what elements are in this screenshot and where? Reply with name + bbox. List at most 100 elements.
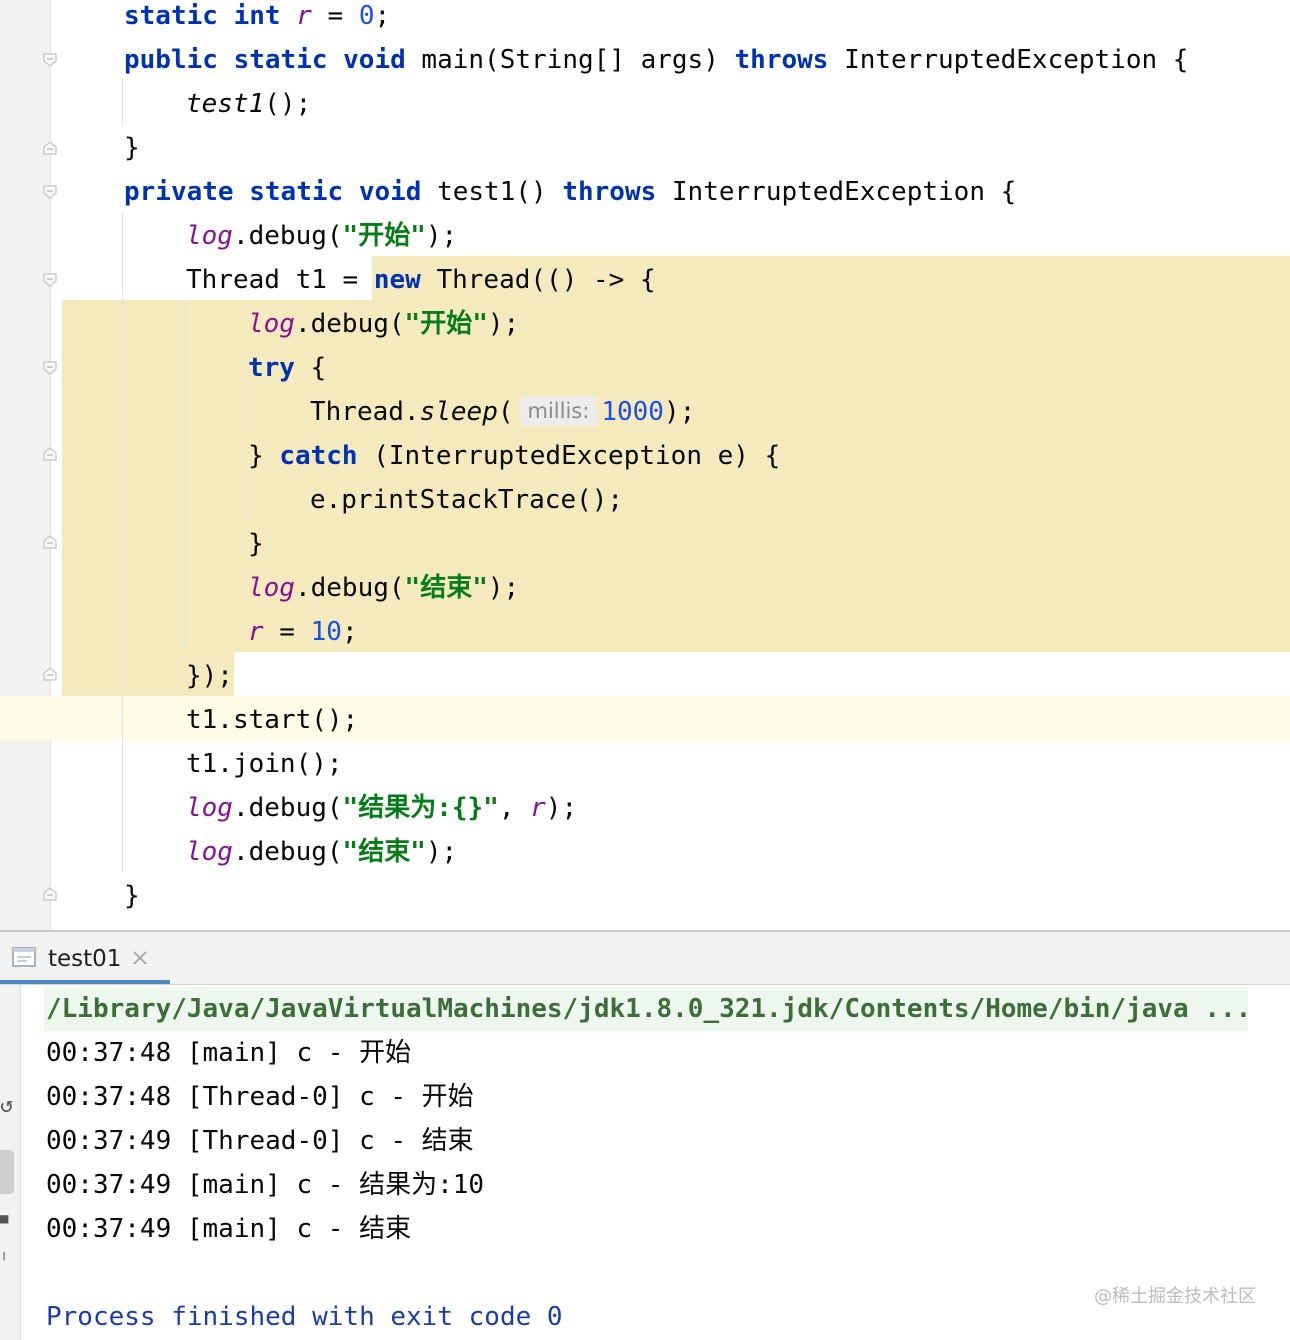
- console-output-line: 00:37:48 [Thread-0] c - 开始: [46, 1082, 474, 1112]
- code-token: ();: [264, 89, 312, 119]
- code-line[interactable]: Thread.sleep(millis: 1000);: [310, 390, 695, 434]
- code-token: Thread.: [310, 397, 420, 427]
- code-token: main(String[] args): [405, 45, 735, 75]
- code-line[interactable]: });: [186, 654, 233, 698]
- code-token: "结果为:{}": [342, 793, 499, 823]
- console-output-line: 00:37:49 [main] c - 结束: [46, 1214, 412, 1244]
- code-line[interactable]: log.debug("结束");: [186, 830, 457, 874]
- console-side-tab[interactable]: [0, 1150, 14, 1194]
- run-tool-window-header: test01: [0, 932, 1290, 985]
- parameter-hint: millis:: [519, 395, 598, 426]
- code-line[interactable]: public static void main(String[] args) t…: [124, 38, 1188, 82]
- code-token: 1000: [601, 397, 664, 427]
- code-token: }: [124, 133, 140, 163]
- code-line[interactable]: Thread t1 = new Thread(() -> {: [186, 258, 656, 302]
- code-line[interactable]: e.printStackTrace();: [310, 478, 623, 522]
- code-line[interactable]: t1.start();: [186, 698, 358, 742]
- console-output-line: 00:37:48 [main] c - 开始: [46, 1038, 412, 1068]
- code-token: ;: [374, 1, 391, 31]
- code-line[interactable]: }: [124, 874, 140, 918]
- code-token: int: [233, 1, 281, 31]
- code-token: }: [248, 441, 280, 471]
- console-output[interactable]: ↺ ■ ╵ /Library/Java/JavaVirtualMachines/…: [0, 985, 1290, 1340]
- exit-message: Process finished with exit code 0: [46, 1302, 563, 1332]
- camera-icon[interactable]: ■: [0, 1211, 8, 1227]
- code-line[interactable]: private static void test1() throws Inter…: [124, 170, 1016, 214]
- code-token: 0: [358, 1, 375, 31]
- code-line[interactable]: log.debug("开始");: [248, 302, 519, 346]
- indent-guide: [122, 78, 123, 126]
- code-line[interactable]: t1.join();: [186, 742, 343, 786]
- tab-test01[interactable]: test01: [0, 932, 170, 984]
- watermark: @稀土掘金技术社区: [1094, 1286, 1256, 1307]
- code-token: InterruptedException {: [656, 177, 1017, 207]
- fold-end-icon[interactable]: [42, 886, 58, 902]
- code-line[interactable]: r = 10;: [248, 610, 358, 654]
- code-line[interactable]: }: [124, 126, 140, 170]
- code-line[interactable]: }: [248, 522, 264, 566]
- code-token: .debug(: [294, 309, 405, 339]
- code-token: r: [296, 1, 312, 31]
- code-token: }: [248, 529, 264, 559]
- code-token: "开始": [342, 221, 426, 251]
- code-line[interactable]: log.debug("结果为:{}", r);: [186, 786, 577, 830]
- code-token: log: [186, 837, 233, 867]
- code-token: "开始": [404, 309, 488, 339]
- code-token: throws: [734, 45, 829, 75]
- fold-marker-icon[interactable]: [42, 272, 58, 288]
- code-token: t1.start();: [186, 705, 359, 735]
- console-output-line: 00:37:49 [main] c - 结果为:10: [46, 1170, 485, 1200]
- code-token: .debug(: [232, 837, 343, 867]
- fold-end-icon[interactable]: [42, 140, 58, 156]
- code-token: log: [248, 573, 295, 603]
- scroll-end-icon[interactable]: ╵: [0, 1253, 8, 1269]
- code-token: public: [124, 45, 218, 75]
- code-token: t1.join();: [186, 749, 343, 779]
- code-line[interactable]: } catch (InterruptedException e) {: [248, 434, 780, 478]
- code-line[interactable]: log.debug("开始");: [186, 214, 457, 258]
- indent-guide: [246, 386, 247, 430]
- code-token: test1(): [421, 177, 563, 207]
- code-token: static: [233, 45, 328, 75]
- code-token: new: [373, 265, 421, 295]
- code-token: ,: [498, 793, 531, 823]
- code-editor[interactable]: static int r = 0; public static void main…: [0, 0, 1290, 930]
- code-token: );: [663, 397, 696, 427]
- code-token: );: [425, 837, 458, 867]
- code-token: {: [294, 353, 327, 383]
- close-icon[interactable]: [130, 948, 150, 968]
- console-toolbar: ↺ ■ ╵: [0, 985, 21, 1340]
- code-line[interactable]: log.debug("结束");: [248, 566, 519, 610]
- code-token: log: [186, 221, 233, 251]
- code-token: static: [249, 177, 344, 207]
- code-token: private: [124, 177, 234, 207]
- code-token: =: [311, 1, 359, 31]
- fold-end-icon[interactable]: [42, 446, 58, 462]
- code-token: e.printStackTrace();: [310, 485, 624, 515]
- code-token: );: [487, 309, 520, 339]
- code-line[interactable]: try {: [248, 346, 326, 390]
- tab-label: test01: [48, 946, 122, 972]
- code-token: void: [358, 177, 422, 207]
- indent-guide: [246, 474, 247, 518]
- code-line[interactable]: static int r = 0;: [124, 0, 390, 38]
- fold-marker-icon[interactable]: [42, 52, 58, 68]
- rerun-icon[interactable]: ↺: [0, 1093, 13, 1118]
- code-token: 10: [310, 617, 342, 647]
- code-line[interactable]: test1();: [186, 82, 311, 126]
- fold-end-icon[interactable]: [42, 666, 58, 682]
- fold-end-icon[interactable]: [42, 534, 58, 550]
- code-token: (InterruptedException e) {: [357, 441, 781, 471]
- code-token: "结束": [342, 837, 426, 867]
- fold-marker-icon[interactable]: [42, 184, 58, 200]
- run-command[interactable]: /Library/Java/JavaVirtualMachines/jdk1.8…: [46, 987, 1251, 1031]
- console-output-line: 00:37:49 [Thread-0] c - 结束: [46, 1126, 474, 1156]
- code-token: Thread(() -> {: [420, 265, 656, 295]
- code-token: r: [530, 793, 546, 823]
- code-token: InterruptedException {: [828, 45, 1189, 75]
- fold-marker-icon[interactable]: [42, 360, 58, 376]
